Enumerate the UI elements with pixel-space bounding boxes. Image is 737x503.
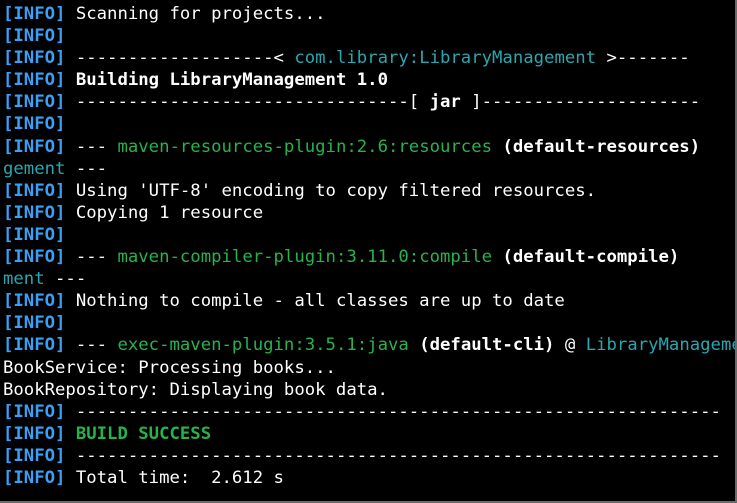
log-level-tag: [INFO] bbox=[3, 335, 66, 356]
terminal-line: [INFO] ---------------------------------… bbox=[3, 401, 735, 423]
log-text: BUILD SUCCESS bbox=[75, 423, 212, 444]
log-text: @ bbox=[554, 335, 586, 356]
log-text: --------------------------------[ bbox=[65, 92, 430, 113]
terminal-line: BookRepository: Displaying book data. bbox=[3, 379, 735, 401]
log-text: --- bbox=[65, 158, 108, 179]
log-text: maven-resources-plugin:2.6:resources bbox=[117, 136, 493, 157]
log-text: exec-maven-plugin:3.5.1:java bbox=[117, 335, 409, 356]
terminal-line: [INFO] Scanning for projects... bbox=[3, 3, 735, 25]
log-level-tag: [INFO] bbox=[3, 4, 66, 24]
log-text: --- bbox=[44, 269, 87, 290]
log-level-tag: [INFO] bbox=[3, 445, 66, 466]
log-level-tag: [INFO] bbox=[3, 423, 66, 444]
log-text: -------------------< bbox=[65, 48, 295, 69]
log-text: Using 'UTF-8' encoding to copy filtered … bbox=[65, 180, 597, 201]
log-text: LibraryManagement bbox=[585, 335, 735, 356]
log-level-tag: [INFO] bbox=[3, 92, 66, 113]
log-text: --- bbox=[65, 247, 118, 268]
log-level-tag: [INFO] bbox=[3, 180, 66, 201]
log-level-tag: [INFO] bbox=[3, 247, 66, 268]
log-level-tag: [INFO] bbox=[3, 114, 66, 135]
terminal-line: [INFO] Total time: 2.612 s bbox=[3, 467, 735, 489]
terminal-line: [INFO] Using 'UTF-8' encoding to copy fi… bbox=[3, 180, 735, 202]
log-level-tag: [INFO] bbox=[3, 467, 66, 488]
log-text: com.library:LibraryManagement bbox=[294, 48, 597, 69]
terminal-line: [INFO] --------------------------------[… bbox=[3, 91, 735, 113]
log-text: ment bbox=[3, 269, 45, 290]
log-text: Copying 1 resource bbox=[65, 202, 264, 223]
terminal-line: [INFO] --- maven-resources-plugin:2.6:re… bbox=[3, 136, 735, 158]
log-text: >------- bbox=[596, 48, 690, 69]
log-text: BookService: Processing books... bbox=[3, 357, 336, 378]
log-text: (default-resources) bbox=[502, 136, 701, 157]
log-level-tag: [INFO] bbox=[3, 48, 66, 69]
terminal-line: ment --- bbox=[3, 268, 735, 290]
terminal-line: [INFO] --- maven-compiler-plugin:3.11.0:… bbox=[3, 246, 735, 268]
terminal-line: gement --- bbox=[3, 158, 735, 180]
terminal-line: [INFO] bbox=[3, 224, 735, 246]
log-text: Scanning for projects... bbox=[65, 4, 326, 24]
log-level-tag: [INFO] bbox=[3, 401, 66, 422]
log-level-tag: [INFO] bbox=[3, 202, 66, 223]
log-text: --- bbox=[65, 136, 118, 157]
log-level-tag: [INFO] bbox=[3, 224, 66, 245]
terminal-line: BookService: Processing books... bbox=[3, 357, 735, 379]
terminal-line: [INFO] bbox=[3, 113, 735, 135]
terminal-line: [INFO] bbox=[3, 25, 735, 47]
terminal-line: [INFO] -------------------< com.library:… bbox=[3, 47, 735, 69]
log-text: ]--------------------- bbox=[460, 92, 701, 113]
terminal-line: [INFO] bbox=[3, 312, 735, 334]
log-text: gement bbox=[3, 158, 66, 179]
log-level-tag: [INFO] bbox=[3, 291, 66, 312]
log-level-tag: [INFO] bbox=[3, 26, 66, 47]
log-level-tag: [INFO] bbox=[3, 136, 66, 157]
log-text: Nothing to compile - all classes are up … bbox=[65, 291, 565, 312]
log-text: ----------------------------------------… bbox=[65, 445, 721, 466]
log-text: --- bbox=[65, 335, 118, 356]
log-level-tag: [INFO] bbox=[3, 70, 66, 91]
log-text: (default-cli) bbox=[419, 335, 555, 356]
terminal-line: [INFO] ---------------------------------… bbox=[3, 445, 735, 467]
terminal-line: [INFO] Building LibraryManagement 1.0 bbox=[3, 69, 735, 91]
terminal-line: [INFO] BUILD SUCCESS bbox=[3, 423, 735, 445]
log-text: (default-compile) bbox=[502, 247, 680, 268]
log-text: Building LibraryManagement 1.0 bbox=[65, 70, 388, 91]
terminal-line: [INFO] Nothing to compile - all classes … bbox=[3, 290, 735, 312]
log-level-tag: [INFO] bbox=[3, 313, 66, 334]
terminal-line: [INFO] --- exec-maven-plugin:3.5.1:java … bbox=[3, 334, 735, 356]
log-text: Total time: 2.612 s bbox=[65, 467, 284, 488]
terminal-output[interactable]: [INFO] Scanning for projects... [INFO] [IN… bbox=[3, 3, 735, 501]
log-text: ----------------------------------------… bbox=[65, 401, 721, 422]
log-text: BookRepository: Displaying book data. bbox=[3, 379, 388, 400]
terminal-line: [INFO] Copying 1 resource bbox=[3, 202, 735, 224]
log-text: jar bbox=[429, 92, 461, 113]
log-text: maven-compiler-plugin:3.11.0:compile bbox=[117, 247, 493, 268]
terminal-window[interactable]: [INFO] Scanning for projects... [INFO] [IN… bbox=[0, 0, 737, 503]
